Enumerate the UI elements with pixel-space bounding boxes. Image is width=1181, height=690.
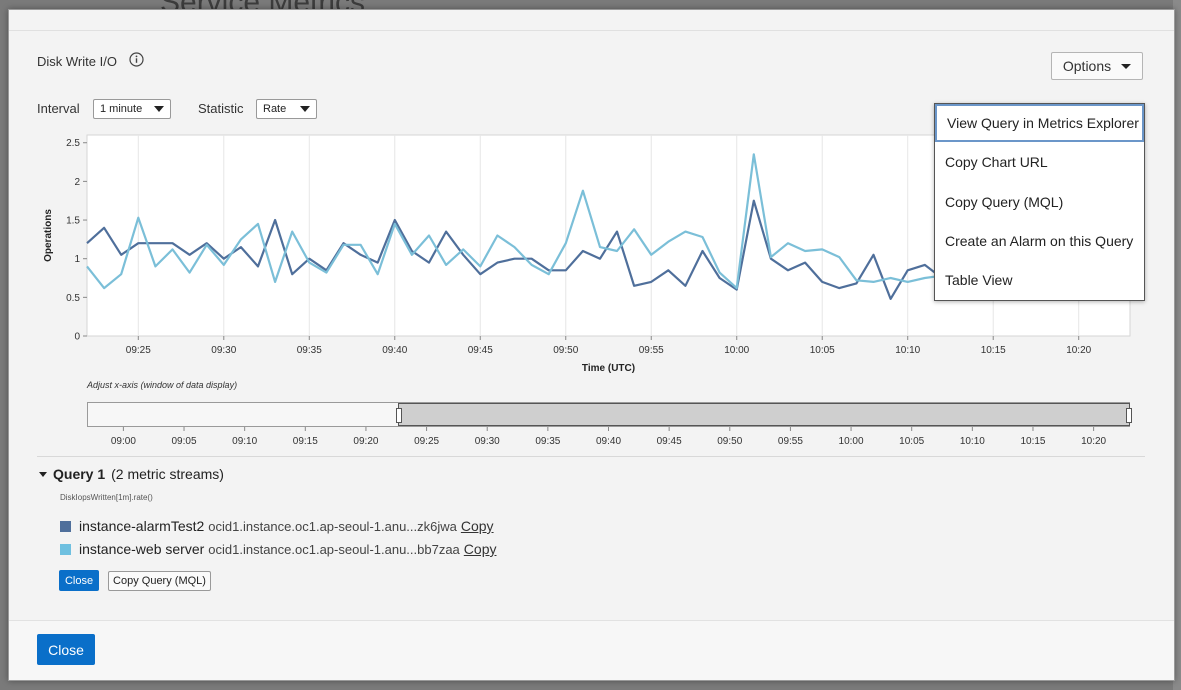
options-button[interactable]: Options — [1051, 52, 1143, 80]
menu-item-table-view[interactable]: Table View — [935, 261, 1144, 299]
range-tick-label: 09:20 — [353, 436, 378, 447]
range-tick-label: 10:05 — [899, 436, 924, 447]
x-tick-label: 10:00 — [724, 345, 749, 356]
series-swatch — [60, 520, 71, 532]
menu-item-copy-chart-url[interactable]: Copy Chart URL — [935, 143, 1144, 181]
range-tick-label: 09:35 — [535, 436, 560, 447]
range-tick-label: 09:25 — [414, 436, 439, 447]
menu-item-view-query[interactable]: View Query in Metrics Explorer — [935, 104, 1144, 142]
y-tick-label: 1 — [74, 254, 80, 265]
copy-query-mql-button[interactable]: Copy Query (MQL) — [108, 571, 211, 591]
x-tick-label: 09:50 — [553, 345, 578, 356]
caret-down-icon — [1121, 63, 1132, 69]
range-tick-label: 09:55 — [778, 436, 803, 447]
x-tick-label: 09:25 — [126, 345, 151, 356]
y-tick-label: 0.5 — [66, 293, 80, 304]
x-tick-label: 09:35 — [297, 345, 322, 356]
y-axis-label: Operations — [43, 209, 54, 262]
statistic-select[interactable]: Rate — [256, 99, 317, 119]
range-tick-label: 10:20 — [1081, 436, 1106, 447]
query-mql-text: DiskIopsWritten[1m].rate() — [60, 493, 153, 502]
y-tick-label: 2 — [74, 177, 80, 188]
modal-header-divider — [9, 30, 1174, 31]
y-tick-label: 2.5 — [66, 138, 80, 149]
series-swatch — [60, 543, 71, 555]
modal-footer — [9, 620, 1174, 680]
caret-down-icon — [300, 106, 310, 112]
statistic-label: Statistic — [198, 101, 244, 116]
menu-item-copy-query[interactable]: Copy Query (MQL) — [935, 183, 1144, 221]
caret-down-icon — [39, 471, 47, 477]
chart-title: Disk Write I/O — [37, 54, 117, 69]
interval-select-value: 1 minute — [100, 103, 143, 115]
x-tick-label: 10:10 — [895, 345, 920, 356]
range-tick-label: 09:50 — [717, 436, 742, 447]
query-header[interactable]: Query 1 (2 metric streams) — [39, 466, 224, 482]
statistic-select-value: Rate — [263, 103, 287, 115]
range-tick-label: 09:00 — [111, 436, 136, 447]
range-handle-right[interactable] — [1126, 408, 1132, 423]
options-menu: View Query in Metrics Explorer Copy Char… — [934, 103, 1145, 301]
x-tick-label: 10:15 — [981, 345, 1006, 356]
range-selector-window[interactable] — [396, 403, 1132, 426]
copy-ocid-link[interactable]: Copy — [461, 518, 494, 534]
section-divider — [37, 456, 1145, 457]
interval-select[interactable]: 1 minute — [93, 99, 171, 119]
metric-stream-item: instance-web server ocid1.instance.oc1.a… — [60, 541, 496, 557]
y-tick-label: 0 — [74, 332, 80, 343]
x-axis-label: Time (UTC) — [582, 363, 635, 374]
info-icon[interactable] — [129, 52, 144, 67]
options-button-label: Options — [1062, 58, 1112, 74]
range-tick-label: 09:05 — [172, 436, 197, 447]
query-subtitle: (2 metric streams) — [111, 466, 224, 482]
metric-stream-item: instance-alarmTest2 ocid1.instance.oc1.a… — [60, 518, 494, 534]
service-metrics-modal: Disk Write I/O Options Interval 1 minute… — [8, 9, 1175, 681]
stream-ocid: ocid1.instance.oc1.ap-seoul-1.anu...zk6j… — [208, 518, 457, 534]
y-tick-label: 1.5 — [66, 216, 80, 227]
range-selector-axis: 09:00 09:05 09:10 09:15 09:20 09:25 09:30 09:35… — [111, 427, 1107, 447]
copy-ocid-link[interactable]: Copy — [464, 541, 497, 557]
query-close-button[interactable]: Close — [59, 570, 99, 591]
x-tick-label: 09:40 — [382, 345, 407, 356]
x-tick-label: 10:20 — [1066, 345, 1091, 356]
range-selector-caption: Adjust x-axis (window of data display) — [87, 380, 238, 390]
stream-name: instance-alarmTest2 — [79, 518, 205, 534]
range-selector[interactable] — [87, 402, 1132, 427]
range-tick-label: 10:15 — [1020, 436, 1045, 447]
range-tick-label: 10:00 — [839, 436, 864, 447]
x-tick-label: 09:45 — [468, 345, 493, 356]
stream-name: instance-web server — [79, 541, 205, 557]
caret-down-icon — [154, 106, 164, 112]
range-tick-label: 09:40 — [596, 436, 621, 447]
interval-label: Interval — [37, 101, 80, 116]
range-tick-label: 09:15 — [293, 436, 318, 447]
x-tick-label: 10:05 — [810, 345, 835, 356]
stream-ocid: ocid1.instance.oc1.ap-seoul-1.anu...bb7z… — [208, 541, 460, 557]
menu-item-create-alarm[interactable]: Create an Alarm on this Query — [935, 222, 1144, 260]
x-tick-label: 09:30 — [211, 345, 236, 356]
query-title: Query 1 — [53, 466, 106, 482]
range-tick-label: 09:30 — [475, 436, 500, 447]
range-tick-label: 10:10 — [960, 436, 985, 447]
range-handle-left[interactable] — [396, 408, 402, 423]
modal-close-button[interactable]: Close — [37, 634, 95, 665]
range-tick-label: 09:45 — [657, 436, 682, 447]
range-tick-label: 09:10 — [232, 436, 257, 447]
x-tick-label: 09:55 — [639, 345, 664, 356]
